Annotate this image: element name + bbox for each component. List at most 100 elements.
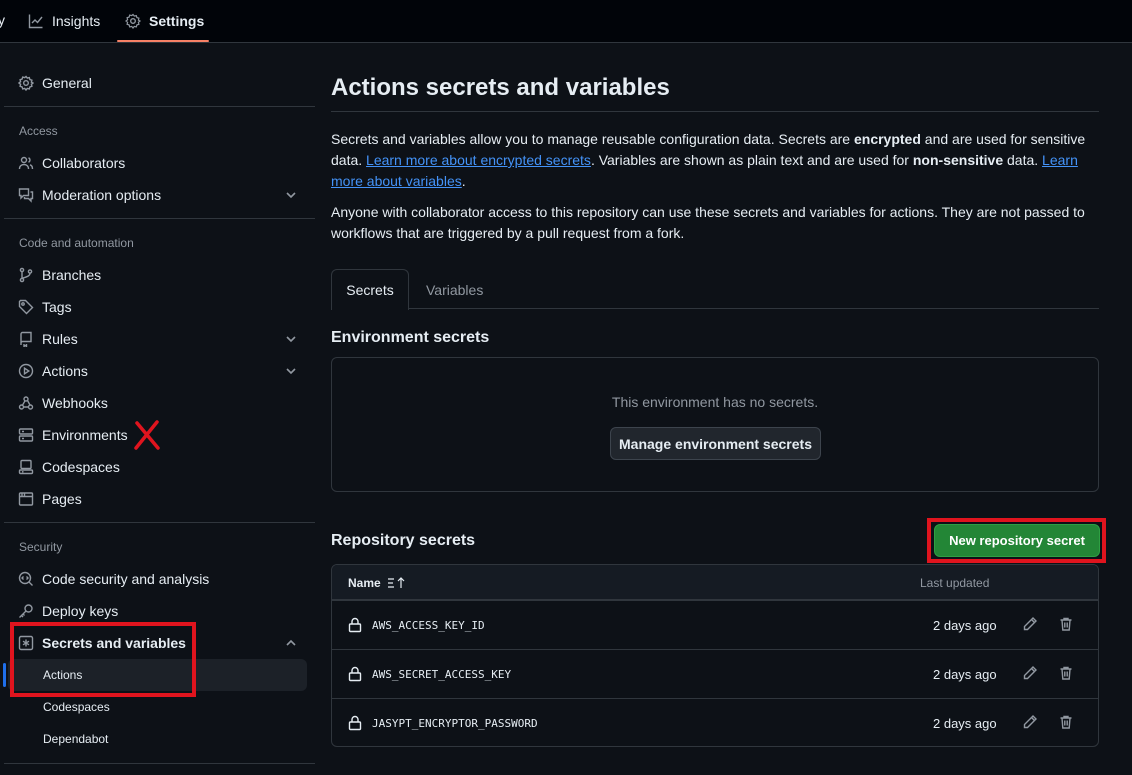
secret-updated: 2 days ago xyxy=(933,716,997,731)
gear-icon xyxy=(125,13,141,29)
sidebar-item-label: Collaborators xyxy=(42,155,126,171)
title-divider xyxy=(331,111,1099,112)
environment-secrets-box: This environment has no secrets. Manage … xyxy=(331,357,1099,492)
column-name-header[interactable]: Name xyxy=(348,576,405,590)
sidebar-item-label: Actions xyxy=(42,363,88,379)
browser-icon xyxy=(18,492,34,506)
link-encrypted-secrets[interactable]: Learn more about encrypted secrets xyxy=(366,152,591,168)
sidebar-heading-code: Code and automation xyxy=(19,236,134,250)
sidebar-item-label: Codespaces xyxy=(42,459,120,475)
sidebar-item-label: Pages xyxy=(42,491,82,507)
lock-icon xyxy=(348,666,362,682)
repository-secrets-heading: Repository secrets xyxy=(331,532,476,549)
tab-insights[interactable]: Insights xyxy=(28,0,100,42)
tab-settings-label: Settings xyxy=(149,13,205,29)
sidebar-item-label: Moderation options xyxy=(42,187,162,203)
sidebar-item-codespaces[interactable]: Codespaces xyxy=(18,455,120,479)
tab-settings[interactable]: Settings xyxy=(125,0,204,42)
git-branch-icon xyxy=(19,267,33,283)
secret-name: JASYPT_ENCRYPTOR_PASSWORD xyxy=(372,717,538,730)
sidebar-divider xyxy=(4,218,315,219)
sidebar-item-deploy-keys[interactable]: Deploy keys xyxy=(18,599,118,623)
sidebar-item-rules[interactable]: Rules xyxy=(18,327,78,351)
sidebar-item-collaborators[interactable]: Collaborators xyxy=(18,151,125,175)
sidebar-item-label: Environments xyxy=(42,427,128,443)
sidebar-divider xyxy=(4,522,315,523)
graph-icon xyxy=(28,14,43,29)
lock-icon xyxy=(348,715,362,731)
repo-push-icon xyxy=(20,331,32,347)
secret-name: AWS_SECRET_ACCESS_KEY xyxy=(372,668,512,681)
sidebar-item-label: Deploy keys xyxy=(42,603,119,619)
chevron-down-icon[interactable] xyxy=(284,188,298,202)
sidebar-item-label: Branches xyxy=(42,267,102,283)
trash-icon[interactable] xyxy=(1058,714,1076,732)
tag-icon xyxy=(18,299,34,315)
sidebar-item-label: Rules xyxy=(42,331,78,347)
sidebar-subitem-codespaces[interactable]: Codespaces xyxy=(43,700,110,714)
secret-name: AWS_ACCESS_KEY_ID xyxy=(372,619,485,632)
sidebar-item-label: General xyxy=(42,75,92,91)
pencil-icon[interactable] xyxy=(1022,714,1040,732)
red-highlight-box xyxy=(927,518,1106,563)
server-icon xyxy=(18,428,34,442)
lock-icon xyxy=(348,617,362,633)
intro-paragraph: Secrets and variables allow you to manag… xyxy=(331,131,1086,189)
sort-icon xyxy=(387,577,405,588)
column-name-label: Name xyxy=(348,576,381,590)
sidebar-item-pages[interactable]: Pages xyxy=(18,487,82,511)
environment-secrets-heading: Environment secrets xyxy=(331,329,490,346)
tabs-divider xyxy=(331,308,1099,309)
sidebar-item-branches[interactable]: Branches xyxy=(18,263,101,287)
access-paragraph: Anyone with collaborator access to this … xyxy=(331,204,1085,241)
codescan-icon xyxy=(18,571,33,586)
table-row: AWS_SECRET_ACCESS_KEY 2 days ago xyxy=(332,649,1098,698)
empty-state-text: This environment has no secrets. xyxy=(611,394,819,410)
active-tab-underline xyxy=(117,40,209,42)
sidebar-item-tags[interactable]: Tags xyxy=(18,295,72,319)
sidebar-item-environments[interactable]: Environments xyxy=(18,423,128,447)
sidebar-heading-security: Security xyxy=(19,540,63,554)
red-x-annotation xyxy=(133,420,161,450)
sidebar-subitem-dependabot[interactable]: Dependabot xyxy=(43,732,108,746)
chevron-down-icon[interactable] xyxy=(284,332,298,346)
secret-updated: 2 days ago xyxy=(933,618,997,633)
sidebar-item-general[interactable]: General xyxy=(18,71,92,95)
sidebar-item-webhooks[interactable]: Webhooks xyxy=(18,391,108,415)
sidebar-item-actions[interactable]: Actions xyxy=(18,359,88,383)
column-updated-header: Last updated xyxy=(920,576,990,590)
pencil-icon[interactable] xyxy=(1022,616,1040,634)
nav-cut-glyph: y xyxy=(0,12,5,28)
sidebar-divider xyxy=(4,106,315,107)
sidebar-heading-access: Access xyxy=(19,124,58,138)
codespaces-icon xyxy=(18,459,34,475)
tab-secrets[interactable]: Secrets xyxy=(331,269,409,310)
tab-variables[interactable]: Variables xyxy=(426,282,483,298)
gear-icon xyxy=(18,75,34,91)
sidebar-item-label: Webhooks xyxy=(42,395,108,411)
table-row: JASYPT_ENCRYPTOR_PASSWORD 2 days ago xyxy=(332,698,1098,746)
people-icon xyxy=(18,156,34,170)
sidebar-divider xyxy=(4,763,315,764)
pencil-icon[interactable] xyxy=(1022,665,1040,683)
chevron-up-icon[interactable] xyxy=(284,636,298,650)
page-title: Actions secrets and variables xyxy=(331,74,670,101)
active-indicator xyxy=(3,663,6,687)
sidebar-item-label: Tags xyxy=(42,299,72,315)
trash-icon[interactable] xyxy=(1058,665,1076,683)
sidebar-item-moderation[interactable]: Moderation options xyxy=(18,183,161,207)
tab-insights-label: Insights xyxy=(52,13,101,29)
table-header: Name Last updated xyxy=(332,565,1098,600)
trash-icon[interactable] xyxy=(1058,616,1076,634)
secret-updated: 2 days ago xyxy=(933,667,997,682)
chevron-down-icon[interactable] xyxy=(284,364,298,378)
red-highlight-box xyxy=(10,622,196,697)
play-icon xyxy=(18,363,34,379)
webhook-icon xyxy=(18,396,34,410)
comment-discussion-icon xyxy=(18,188,34,203)
repo-nav: y Insights Settings xyxy=(0,0,1132,43)
sidebar-item-code-security[interactable]: Code security and analysis xyxy=(18,567,209,591)
key-icon xyxy=(19,604,33,618)
secrets-table: Name Last updated AWS_ACCESS_KEY_ID 2 da… xyxy=(331,564,1099,747)
manage-environment-secrets-button[interactable]: Manage environment secrets xyxy=(610,427,821,460)
